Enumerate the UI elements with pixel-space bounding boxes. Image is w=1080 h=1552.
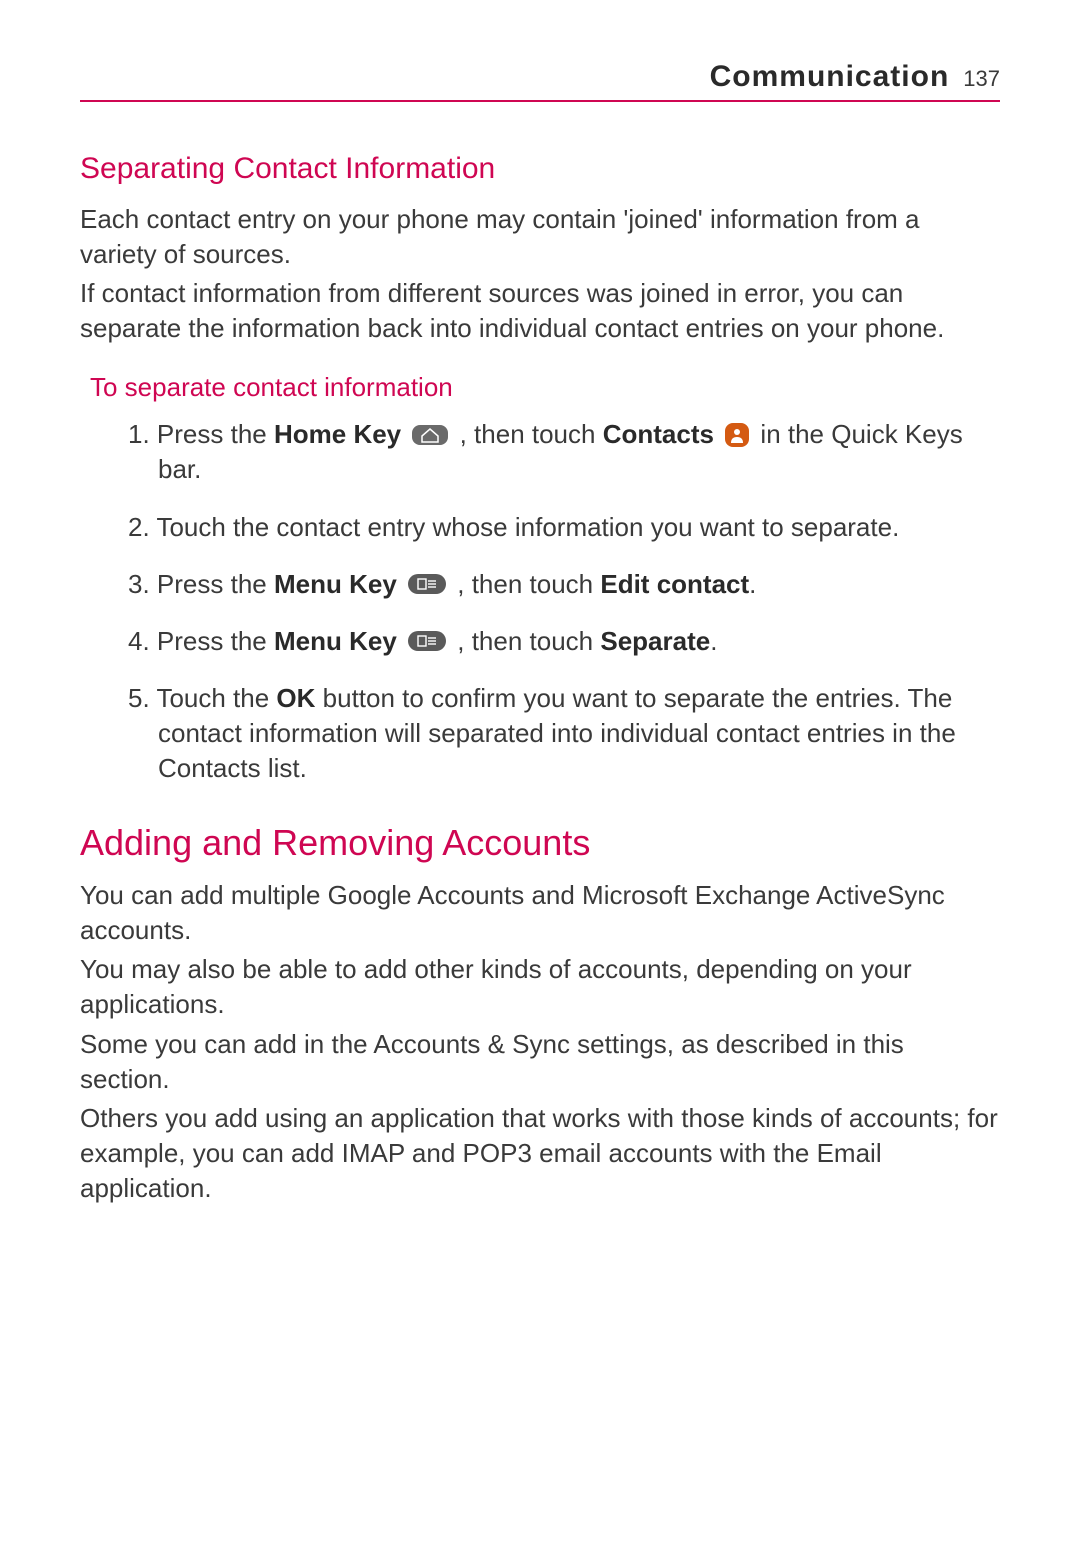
home-key-icon — [412, 425, 448, 445]
section-heading-separating: Separating Contact Information — [80, 152, 1000, 186]
key-name-menu: Menu Key — [274, 569, 397, 599]
action-name-edit: Edit contact — [600, 569, 749, 599]
page-number: 137 — [963, 66, 1000, 92]
step-text: , then touch — [450, 626, 600, 656]
step-text: . — [710, 626, 717, 656]
step-number: 3. — [128, 569, 157, 599]
action-name-separate: Separate — [600, 626, 710, 656]
paragraph: Others you add using an application that… — [80, 1101, 1000, 1206]
steps-list: 1. Press the Home Key , then touch Conta… — [80, 417, 1000, 786]
paragraph: If contact information from different so… — [80, 276, 1000, 346]
step-text: Touch the — [156, 683, 276, 713]
step-item: 1. Press the Home Key , then touch Conta… — [128, 417, 1000, 487]
chapter-title: Communication — [710, 60, 950, 94]
step-text: , then touch — [452, 419, 602, 449]
step-text: Press the — [157, 626, 274, 656]
document-page: Communication 137 Separating Contact Inf… — [0, 0, 1080, 1552]
paragraph: Some you can add in the Accounts & Sync … — [80, 1027, 1000, 1097]
menu-key-icon — [408, 574, 446, 594]
step-item: 2. Touch the contact entry whose informa… — [128, 510, 1000, 545]
subsection-heading-separate: To separate contact information — [90, 372, 1000, 403]
step-text: , then touch — [450, 569, 600, 599]
contacts-icon — [725, 423, 749, 447]
step-text: Press the — [157, 419, 274, 449]
key-name-menu: Menu Key — [274, 626, 397, 656]
section-heading-accounts: Adding and Removing Accounts — [80, 822, 1000, 864]
step-text: Touch the contact entry whose informatio… — [156, 512, 899, 542]
page-header: Communication 137 — [80, 60, 1000, 102]
step-number: 5. — [128, 683, 156, 713]
step-number: 4. — [128, 626, 157, 656]
step-number: 2. — [128, 512, 156, 542]
key-name-contacts: Contacts — [603, 419, 714, 449]
step-text: . — [749, 569, 756, 599]
step-text: Press the — [157, 569, 274, 599]
button-name-ok: OK — [276, 683, 315, 713]
menu-key-icon — [408, 631, 446, 651]
paragraph: You can add multiple Google Accounts and… — [80, 878, 1000, 948]
step-item: 5. Touch the OK button to confirm you wa… — [128, 681, 1000, 786]
key-name-home: Home Key — [274, 419, 401, 449]
step-item: 3. Press the Menu Key , then touch Edit … — [128, 567, 1000, 602]
paragraph: Each contact entry on your phone may con… — [80, 202, 1000, 272]
step-number: 1. — [128, 419, 157, 449]
step-item: 4. Press the Menu Key , then touch Separ… — [128, 624, 1000, 659]
paragraph: You may also be able to add other kinds … — [80, 952, 1000, 1022]
